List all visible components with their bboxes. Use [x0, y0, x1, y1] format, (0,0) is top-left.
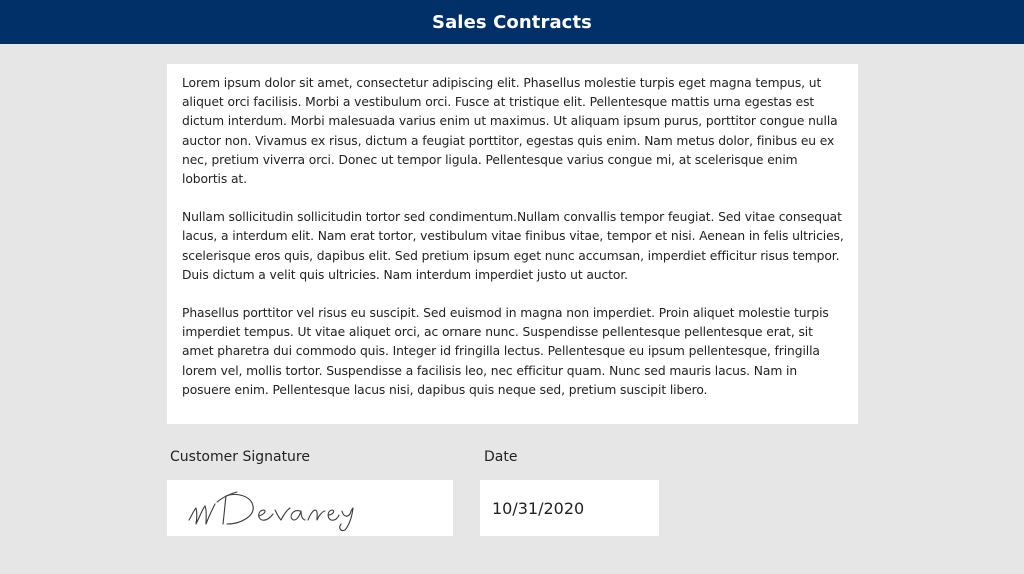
signature-pen-input[interactable]: [167, 480, 453, 536]
customer-signature-label: Customer Signature: [170, 449, 310, 465]
contract-paragraph-2: Nullam sollicitudin sollicitudin tortor …: [182, 210, 844, 282]
page-title: Sales Contracts: [432, 11, 592, 33]
date-value: 10/31/2020: [492, 498, 585, 518]
app-header: Sales Contracts: [0, 0, 1024, 44]
date-field[interactable]: 10/31/2020: [480, 480, 659, 536]
handwritten-signature: [188, 491, 354, 532]
contract-paragraph-3: Phasellus porttitor vel risus eu suscipi…: [182, 306, 829, 397]
contract-text-panel: Lorem ipsum dolor sit amet, consectetur …: [167, 64, 858, 424]
date-label: Date: [484, 449, 518, 465]
contract-paragraph-1: Lorem ipsum dolor sit amet, consectetur …: [182, 76, 838, 187]
